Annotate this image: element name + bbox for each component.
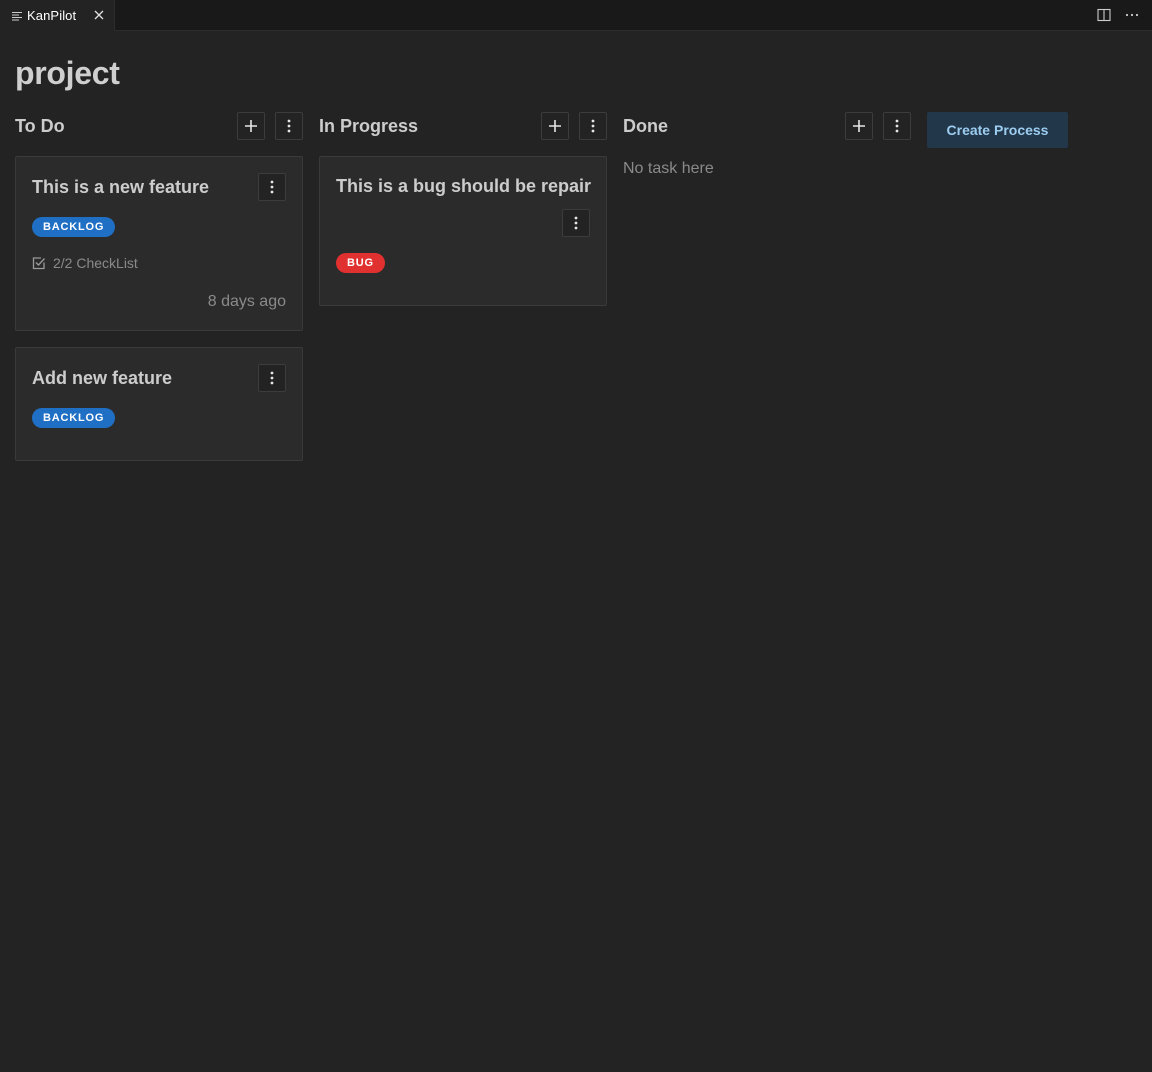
page-title: project — [15, 55, 120, 91]
add-task-button[interactable] — [237, 112, 265, 140]
plus-icon — [245, 120, 257, 132]
tag-badge: BACKLOG — [32, 217, 116, 237]
card-menu-button[interactable] — [562, 209, 590, 237]
empty-state-text: No task here — [623, 160, 714, 177]
plus-icon — [853, 120, 865, 132]
card-date: 8 days ago — [207, 293, 286, 310]
checklist-label: 2/2 CheckList — [53, 255, 138, 271]
more-vertical-icon — [287, 119, 291, 133]
card-list: This is a new feature BACKLOG 2/2 CheckL… — [15, 156, 303, 477]
column-title: To Do — [15, 116, 65, 136]
list-icon — [12, 11, 22, 21]
column-menu-button[interactable] — [579, 112, 607, 140]
task-card[interactable]: Add new feature BACKLOG — [15, 347, 303, 461]
add-task-button[interactable] — [541, 112, 569, 140]
editor-tab-bar: KanPilot — [0, 0, 1152, 31]
tag-badge: BACKLOG — [32, 408, 116, 428]
column-title: In Progress — [319, 116, 419, 136]
more-vertical-icon — [895, 119, 899, 133]
column-header: In Progress — [319, 112, 607, 140]
task-card[interactable]: This is a bug should be repair BUG — [319, 156, 607, 306]
tag-badge: BUG — [336, 253, 385, 273]
more-vertical-icon — [270, 371, 274, 385]
create-process-button[interactable]: Create Process — [927, 112, 1068, 148]
column-menu-button[interactable] — [275, 112, 303, 140]
checklist-status: 2/2 CheckList — [32, 255, 138, 271]
checkbox-checked-icon — [32, 256, 46, 270]
add-task-button[interactable] — [845, 112, 873, 140]
close-icon[interactable] — [92, 8, 106, 22]
column-to-do: To Do This is a new feature BACKLOG 2/2 … — [15, 112, 303, 461]
column-title: Done — [623, 116, 668, 136]
more-vertical-icon — [574, 216, 578, 230]
task-card[interactable]: This is a new feature BACKLOG 2/2 CheckL… — [15, 156, 303, 331]
card-list: This is a bug should be repair BUG — [319, 156, 607, 322]
more-vertical-icon — [591, 119, 595, 133]
editor-actions — [1096, 7, 1140, 23]
card-title: This is a bug should be repair — [336, 176, 592, 196]
card-menu-button[interactable] — [258, 364, 286, 392]
card-title: Add new feature — [32, 368, 173, 388]
card-menu-button[interactable] — [258, 173, 286, 201]
column-header: To Do — [15, 112, 303, 140]
column-header: Done — [623, 112, 911, 140]
plus-icon — [549, 120, 561, 132]
more-actions-icon[interactable] — [1124, 7, 1140, 23]
more-vertical-icon — [270, 180, 274, 194]
column-in-progress: In Progress This is a bug should be repa… — [319, 112, 607, 306]
column-menu-button[interactable] — [883, 112, 911, 140]
split-editor-icon[interactable] — [1096, 7, 1112, 23]
column-done: Done No task here — [623, 112, 911, 177]
tab-title: KanPilot — [27, 8, 77, 23]
card-title: This is a new feature — [32, 177, 210, 197]
